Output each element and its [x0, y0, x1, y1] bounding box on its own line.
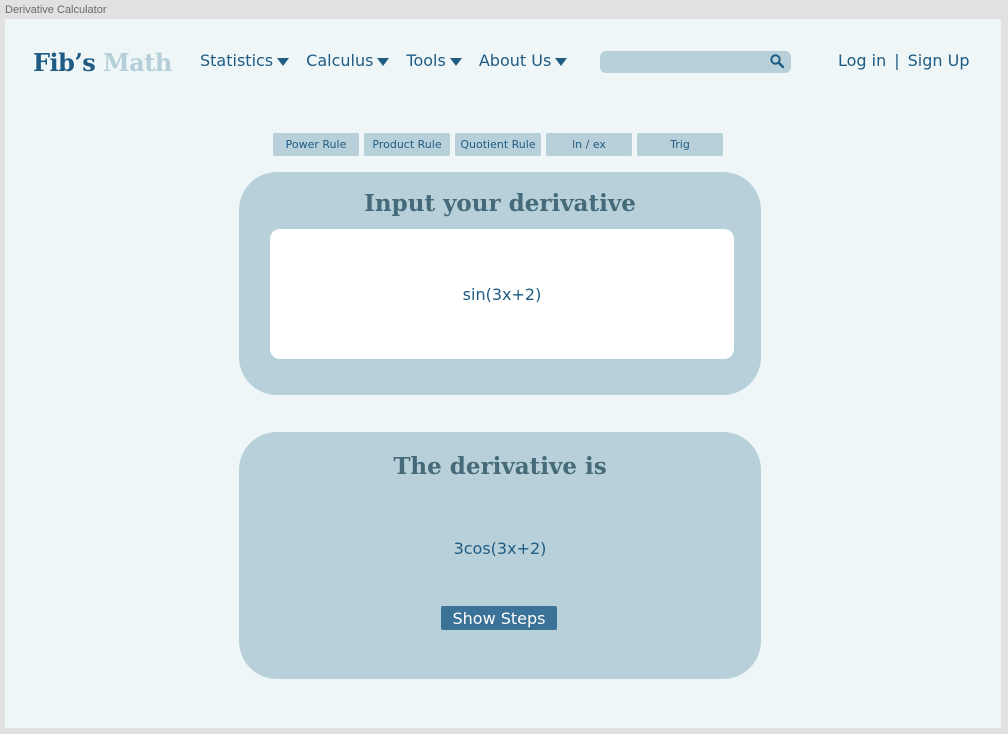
caret-down-icon [277, 57, 290, 66]
search-icon[interactable] [769, 53, 785, 69]
auth-links: Log in | Sign Up [838, 51, 970, 70]
nav-item-label: Statistics [200, 51, 274, 70]
nav-item-label: About Us [478, 51, 552, 70]
search-input[interactable] [608, 53, 768, 71]
login-link[interactable]: Log in [838, 51, 886, 70]
result-card: The derivative is 3cos(3x+2) Show Steps [239, 432, 761, 679]
result-expression: 3cos(3x+2) [453, 539, 547, 558]
rule-tabs: Power Rule Product Rule Quotient Rule ln… [273, 133, 728, 156]
nav-item-statistics[interactable]: Statistics [200, 51, 290, 70]
logo-fib: Fib’s [33, 48, 96, 77]
nav-item-label: Tools [406, 51, 446, 70]
nav-item-label: Calculus [306, 51, 374, 70]
logo[interactable]: Fib’s Math [33, 48, 172, 77]
input-expression: sin(3x+2) [462, 284, 542, 304]
tab-quotient-rule[interactable]: Quotient Rule [455, 133, 541, 156]
caret-down-icon [377, 57, 390, 66]
tab-power-rule[interactable]: Power Rule [273, 133, 359, 156]
input-card-title: Input your derivative [364, 190, 636, 217]
tab-ln-ex[interactable]: ln / ex [546, 133, 632, 156]
window-title: Derivative Calculator [5, 4, 107, 16]
logo-math: Math [103, 48, 172, 77]
caret-down-icon [555, 57, 568, 66]
signup-link[interactable]: Sign Up [908, 51, 970, 70]
main-nav: Statistics Calculus Tools About Us [200, 51, 584, 70]
nav-item-tools[interactable]: Tools [406, 51, 462, 70]
result-card-title: The derivative is [393, 453, 607, 480]
auth-separator: | [894, 51, 900, 70]
show-steps-button[interactable]: Show Steps [441, 606, 557, 630]
tab-product-rule[interactable]: Product Rule [364, 133, 450, 156]
caret-down-icon [449, 57, 462, 66]
nav-item-about-us[interactable]: About Us [478, 51, 568, 70]
nav-item-calculus[interactable]: Calculus [306, 51, 390, 70]
derivative-input[interactable]: sin(3x+2) [270, 229, 734, 359]
tab-trig[interactable]: Trig [637, 133, 723, 156]
input-card: Input your derivative sin(3x+2) [239, 172, 761, 395]
search-bar [600, 51, 791, 73]
page: Fib’s Math Statistics Calculus Tools Abo… [5, 19, 1001, 728]
